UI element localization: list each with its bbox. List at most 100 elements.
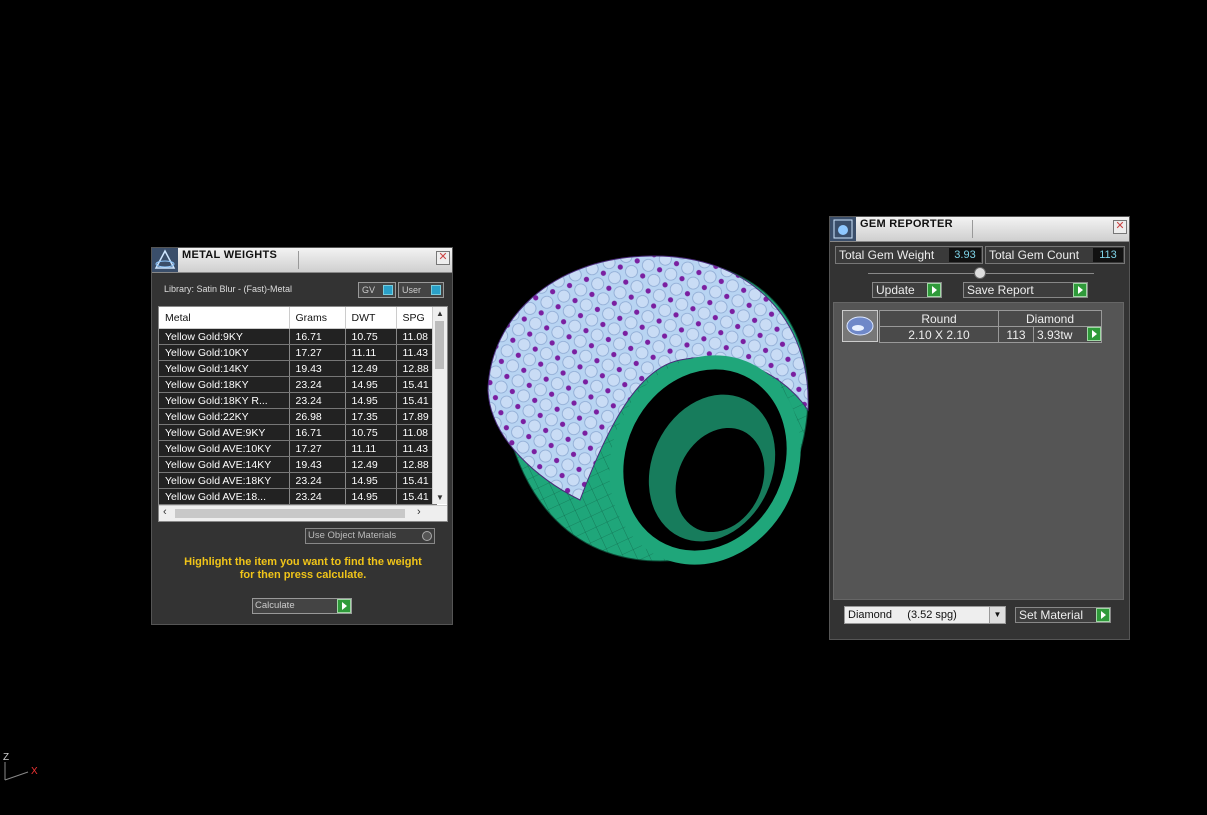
spg-cell: 11.43 xyxy=(396,344,437,361)
table-row[interactable]: Yellow Gold:18KY 23.24 14.95 15.41 xyxy=(159,376,437,393)
close-icon[interactable]: ✕ xyxy=(1113,220,1127,234)
use-object-materials-toggle[interactable]: Use Object Materials xyxy=(305,528,435,544)
play-arrow-icon xyxy=(927,283,941,297)
vertical-scrollbar[interactable]: ▲ ▼ xyxy=(432,307,447,504)
calculate-label: Calculate xyxy=(255,600,295,611)
dwt-cell: 11.11 xyxy=(345,344,397,361)
metal-cell: Yellow Gold AVE:18KY xyxy=(159,472,290,489)
titlebar-divider xyxy=(972,220,973,238)
spg-cell: 15.41 xyxy=(396,488,437,505)
axis-gizmo: Z X xyxy=(0,750,50,790)
scroll-thumb[interactable] xyxy=(175,509,405,518)
grams-cell: 16.71 xyxy=(289,424,346,441)
dwt-cell: 11.11 xyxy=(345,440,397,457)
scroll-right-icon[interactable]: › xyxy=(417,506,421,518)
grams-cell: 23.24 xyxy=(289,472,346,489)
total-gem-count-value: 113 xyxy=(1093,248,1123,262)
spg-cell: 17.89 xyxy=(396,408,437,425)
update-button[interactable]: Update xyxy=(872,282,942,298)
total-gem-count-label: Total Gem Count xyxy=(989,248,1080,262)
axis-z-label: Z xyxy=(3,752,9,763)
column-header-dwt[interactable]: DWT xyxy=(345,307,397,329)
metal-cell: Yellow Gold AVE:10KY xyxy=(159,440,290,457)
table-row[interactable]: Yellow Gold:9KY 16.71 10.75 11.08 xyxy=(159,328,437,345)
spg-cell: 15.41 xyxy=(396,392,437,409)
instruction-text: Highlight the item you want to find the … xyxy=(152,556,454,582)
dwt-cell: 12.49 xyxy=(345,360,397,377)
scroll-down-icon[interactable]: ▼ xyxy=(436,493,444,502)
user-toggle[interactable]: User xyxy=(398,282,444,298)
titlebar-divider xyxy=(298,251,299,269)
spg-cell: 11.43 xyxy=(396,440,437,457)
grams-cell: 17.27 xyxy=(289,344,346,361)
round-gem-icon[interactable] xyxy=(842,310,878,342)
toggle-knob-icon xyxy=(383,285,393,295)
gem-reporter-titlebar[interactable]: GEM REPORTER ✕ xyxy=(830,217,1129,242)
scroll-up-icon[interactable]: ▲ xyxy=(436,309,444,318)
table-row[interactable]: Yellow Gold AVE:18... 23.24 14.95 15.41 xyxy=(159,488,437,505)
dwt-cell: 10.75 xyxy=(345,424,397,441)
metal-cell: Yellow Gold AVE:9KY xyxy=(159,424,290,441)
gem-weight-cell: 3.93tw xyxy=(1033,326,1102,343)
spg-cell: 12.88 xyxy=(396,456,437,473)
column-header-metal[interactable]: Metal xyxy=(159,307,290,329)
save-report-button[interactable]: Save Report xyxy=(963,282,1088,298)
grams-cell: 23.24 xyxy=(289,488,346,505)
gem-report-list: Round Diamond 2.10 X 2.10 113 3.93tw xyxy=(833,302,1124,600)
ring-3d-model[interactable] xyxy=(480,250,820,570)
gv-toggle[interactable]: GV xyxy=(358,282,396,298)
metal-cell: Yellow Gold:22KY xyxy=(159,408,290,425)
spg-cell: 15.41 xyxy=(396,376,437,393)
calculate-button[interactable]: Calculate xyxy=(252,598,352,614)
gem-header-row: Round Diamond xyxy=(879,310,1102,327)
metal-weights-app-icon xyxy=(152,248,178,272)
table-row[interactable]: Yellow Gold:10KY 17.27 11.11 11.43 xyxy=(159,344,437,361)
total-gem-weight-value: 3.93 xyxy=(949,248,981,262)
material-select-value: Diamond (3.52 spg) xyxy=(848,609,957,621)
spg-cell: 11.08 xyxy=(396,328,437,345)
axis-x-label: X xyxy=(31,766,38,777)
use-object-materials-label: Use Object Materials xyxy=(308,530,397,541)
gem-report-table: Round Diamond 2.10 X 2.10 113 3.93tw xyxy=(879,310,1102,343)
gem-data-row[interactable]: 2.10 X 2.10 113 3.93tw xyxy=(879,326,1102,343)
play-arrow-icon[interactable] xyxy=(1087,327,1101,341)
table-row[interactable]: Yellow Gold AVE:10KY 17.27 11.11 11.43 xyxy=(159,440,437,457)
metal-cell: Yellow Gold:10KY xyxy=(159,344,290,361)
column-header-spg[interactable]: SPG xyxy=(396,307,437,329)
table-row[interactable]: Yellow Gold:18KY R... 23.24 14.95 15.41 xyxy=(159,392,437,409)
play-arrow-icon xyxy=(337,599,351,613)
gv-toggle-label: GV xyxy=(362,285,376,295)
table-row[interactable]: Yellow Gold:14KY 19.43 12.49 12.88 xyxy=(159,360,437,377)
table-row[interactable]: Yellow Gold AVE:9KY 16.71 10.75 11.08 xyxy=(159,424,437,441)
spg-cell: 11.08 xyxy=(396,424,437,441)
chevron-down-icon[interactable]: ▼ xyxy=(989,607,1005,623)
metal-weights-panel: METAL WEIGHTS ✕ Library: Satin Blur - (F… xyxy=(151,247,453,625)
metal-cell: Yellow Gold:18KY R... xyxy=(159,392,290,409)
play-arrow-icon xyxy=(1073,283,1087,297)
total-gem-weight-field: Total Gem Weight 3.93 xyxy=(835,246,983,264)
gem-material-header: Diamond xyxy=(998,310,1102,327)
metal-weights-titlebar[interactable]: METAL WEIGHTS ✕ xyxy=(152,248,452,273)
play-arrow-icon xyxy=(1096,608,1110,622)
table-row[interactable]: Yellow Gold:22KY 26.98 17.35 17.89 xyxy=(159,408,437,425)
horizontal-scrollbar[interactable]: ‹ › xyxy=(159,505,447,521)
save-report-label: Save Report xyxy=(967,283,1034,297)
gem-reporter-app-icon xyxy=(830,217,856,241)
dwt-cell: 14.95 xyxy=(345,488,397,505)
scroll-left-icon[interactable]: ‹ xyxy=(163,506,167,518)
toggle-knob-icon xyxy=(431,285,441,295)
metal-cell: Yellow Gold:14KY xyxy=(159,360,290,377)
table-row[interactable]: Yellow Gold AVE:14KY 19.43 12.49 12.88 xyxy=(159,456,437,473)
set-material-button[interactable]: Set Material xyxy=(1015,607,1111,623)
slider-handle[interactable] xyxy=(974,267,986,279)
grams-cell: 19.43 xyxy=(289,360,346,377)
table-row[interactable]: Yellow Gold AVE:18KY 23.24 14.95 15.41 xyxy=(159,472,437,489)
close-icon[interactable]: ✕ xyxy=(436,251,450,265)
metal-table: Metal Grams DWT SPG Yellow Gold:9KY 16.71… xyxy=(158,306,448,522)
scroll-thumb[interactable] xyxy=(435,321,444,369)
grams-cell: 17.27 xyxy=(289,440,346,457)
column-header-grams[interactable]: Grams xyxy=(289,307,346,329)
metal-cell: Yellow Gold:18KY xyxy=(159,376,290,393)
library-label: Library: Satin Blur - (Fast)-Metal xyxy=(164,284,293,294)
material-select[interactable]: Diamond (3.52 spg) ▼ xyxy=(844,606,1006,624)
